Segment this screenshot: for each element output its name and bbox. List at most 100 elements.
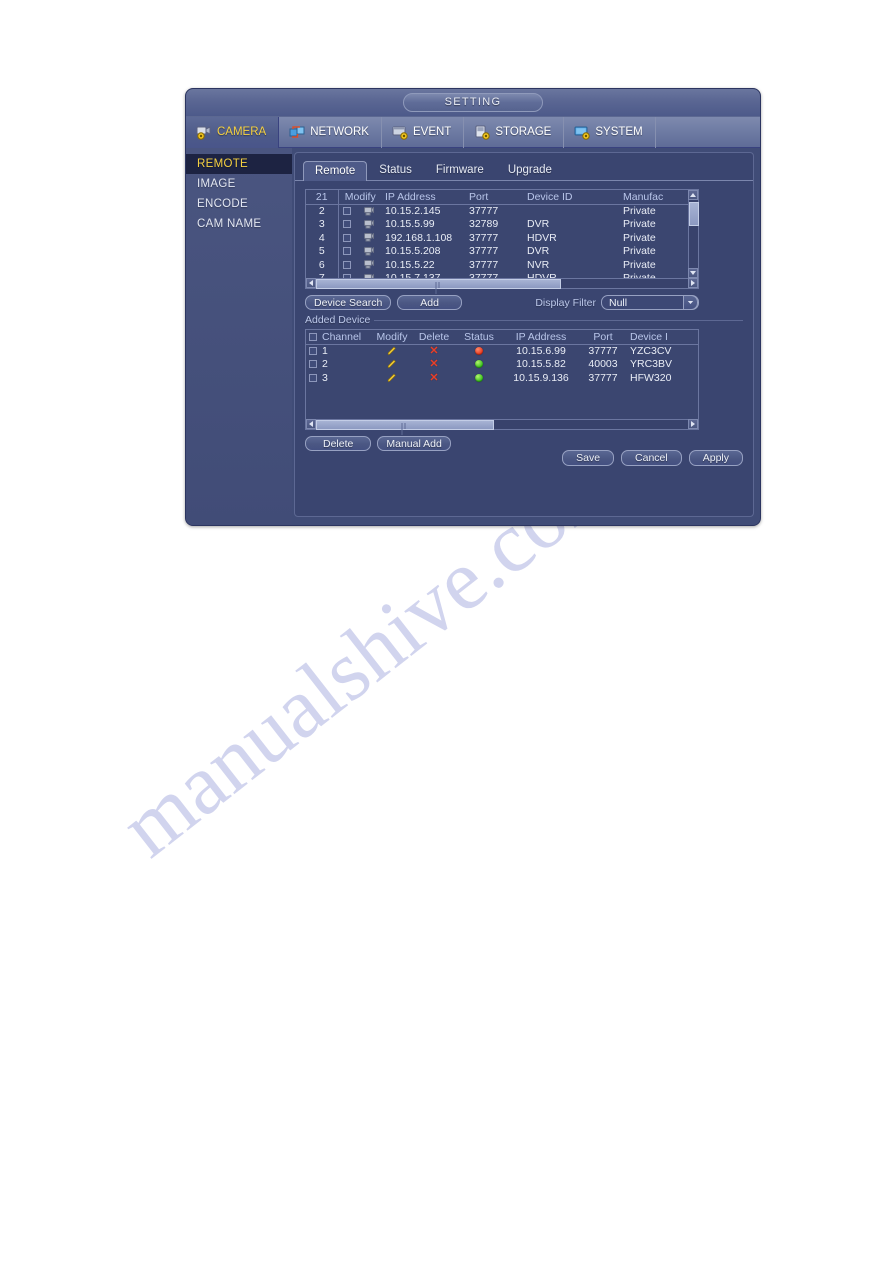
table-row[interactable]: 2 ✕ 10.15.5.82 40003 YRC3BV (306, 358, 698, 372)
row-checkbox[interactable] (308, 347, 317, 356)
nav-label-network: NETWORK (310, 126, 369, 138)
row-modify-cell[interactable] (356, 231, 382, 245)
row-checkbox[interactable] (308, 373, 317, 382)
table-row[interactable]: 4 192.168.1.108 37777 HDVR Private (306, 231, 688, 245)
row-checkbox-cell[interactable] (338, 231, 356, 245)
tab-status[interactable]: Status (367, 160, 424, 180)
scroll-down-icon[interactable] (688, 268, 698, 278)
edit-pencil-icon[interactable] (387, 346, 397, 356)
apply-button[interactable]: Apply (688, 450, 743, 466)
row-checkbox-cell[interactable] (306, 358, 319, 372)
table-row[interactable]: 2 10.15.2.145 37777 Private (306, 204, 688, 218)
cancel-button[interactable]: Cancel (621, 450, 682, 466)
row-modify-cell[interactable] (356, 245, 382, 259)
scroll-right-icon[interactable] (688, 278, 698, 288)
row-delete-cell[interactable]: ✕ (413, 371, 455, 385)
nav-item-storage[interactable]: STORAGE (464, 116, 565, 148)
row-checkbox-cell[interactable] (306, 371, 319, 385)
scroll-up-icon[interactable] (688, 190, 698, 200)
cell-device-id: YRC3BV (630, 358, 673, 371)
added-table-horizontal-scrollbar[interactable] (306, 419, 698, 435)
row-checkbox[interactable] (308, 360, 317, 369)
sidebar-item-image[interactable]: IMAGE (186, 174, 292, 194)
cell-ip-address: 10.15.9.136 (513, 371, 569, 384)
delete-button[interactable]: Delete (305, 436, 372, 451)
row-checkbox-cell[interactable] (338, 218, 356, 232)
col-header-ip: IP Address (503, 330, 579, 345)
delete-x-icon[interactable]: ✕ (429, 346, 439, 357)
cell-status (455, 344, 503, 358)
cell-port: 37777 (588, 345, 618, 357)
save-label: Save (576, 452, 601, 464)
row-checkbox[interactable] (343, 233, 352, 242)
system-gear-icon (574, 125, 591, 140)
row-checkbox-cell[interactable] (306, 344, 319, 358)
device-table-horizontal-scrollbar[interactable] (306, 278, 698, 294)
edit-pencil-icon[interactable] (387, 359, 397, 369)
tab-strip: Remote Status Firmware Upgrade (295, 159, 753, 181)
table-row[interactable]: 6 10.15.5.22 37777 NVR Private (306, 258, 688, 272)
cell-port: 37777 (469, 245, 499, 258)
row-checkbox[interactable] (343, 260, 352, 269)
device-icon (364, 219, 374, 229)
sidebar-item-cam-name[interactable]: CAM NAME (186, 214, 292, 234)
nav-item-camera[interactable]: CAMERA (186, 116, 280, 148)
delete-x-icon[interactable]: ✕ (429, 359, 439, 370)
cell-manufacturer: Private (623, 245, 656, 258)
device-search-button[interactable]: Device Search (305, 295, 392, 310)
horizontal-scroll-thumb[interactable] (316, 279, 561, 294)
vertical-scroll-thumb[interactable] (689, 202, 699, 226)
row-modify-cell[interactable] (356, 258, 382, 272)
row-checkbox-cell[interactable] (338, 258, 356, 272)
col-header-ip: IP Address (382, 190, 466, 205)
select-all-checkbox-cell[interactable] (306, 330, 319, 345)
select-all-checkbox[interactable] (308, 332, 317, 341)
edit-pencil-icon[interactable] (387, 373, 397, 383)
sidebar-item-remote[interactable]: REMOTE (186, 154, 292, 174)
row-delete-cell[interactable]: ✕ (413, 344, 455, 358)
row-modify-cell[interactable] (371, 371, 413, 385)
save-button[interactable]: Save (562, 450, 615, 466)
scroll-left-icon[interactable] (306, 278, 316, 288)
scroll-left-icon[interactable] (306, 419, 316, 429)
tab-remote[interactable]: Remote (303, 161, 368, 181)
row-index: 6 (306, 258, 339, 272)
cell-port: 37777 (469, 231, 499, 244)
table-row[interactable]: 1 ✕ 10.15.6.99 37777 YZC3CV (306, 344, 698, 358)
chevron-down-icon[interactable] (683, 295, 698, 310)
row-checkbox-cell[interactable] (338, 204, 356, 218)
table-row[interactable]: 3 10.15.5.99 32789 DVR Private (306, 217, 688, 232)
device-table-vertical-scrollbar[interactable] (688, 190, 699, 278)
device-icon (364, 233, 374, 242)
table-row[interactable]: 3 ✕ 10.15.9.136 37777 HFW320 (306, 371, 698, 385)
nav-label-storage: STORAGE (495, 126, 552, 138)
nav-item-system[interactable]: SYSTEM (564, 116, 656, 148)
row-checkbox[interactable] (343, 220, 352, 229)
row-modify-cell[interactable] (356, 218, 382, 232)
scroll-right-icon[interactable] (688, 419, 698, 429)
cell-port: 37777 (469, 258, 499, 271)
cell-ip-address: 10.15.5.22 (385, 258, 435, 271)
nav-item-event[interactable]: EVENT (382, 116, 465, 148)
display-filter-select[interactable]: Null (601, 295, 699, 310)
tab-firmware[interactable]: Firmware (424, 160, 496, 180)
row-modify-cell[interactable] (371, 358, 413, 372)
table-row[interactable]: 5 10.15.5.208 37777 DVR Private (306, 244, 688, 259)
add-button[interactable]: Add (397, 295, 462, 310)
nav-item-network[interactable]: NETWORK (279, 116, 382, 148)
added-device-label: Added Device (305, 314, 375, 326)
delete-x-icon[interactable]: ✕ (429, 372, 439, 383)
row-checkbox[interactable] (343, 207, 352, 216)
row-checkbox[interactable] (343, 247, 352, 256)
display-filter-group: Display Filter Null (535, 295, 699, 310)
sidebar-item-encode[interactable]: ENCODE (186, 194, 292, 214)
horizontal-scroll-thumb[interactable] (316, 420, 494, 435)
manual-add-button[interactable]: Manual Add (377, 436, 451, 451)
row-checkbox-cell[interactable] (338, 245, 356, 259)
cancel-label: Cancel (635, 452, 668, 464)
row-modify-cell[interactable] (356, 204, 382, 218)
row-delete-cell[interactable]: ✕ (413, 358, 455, 372)
tab-upgrade[interactable]: Upgrade (496, 160, 564, 180)
row-modify-cell[interactable] (371, 344, 413, 358)
tab-label-status: Status (379, 164, 412, 176)
